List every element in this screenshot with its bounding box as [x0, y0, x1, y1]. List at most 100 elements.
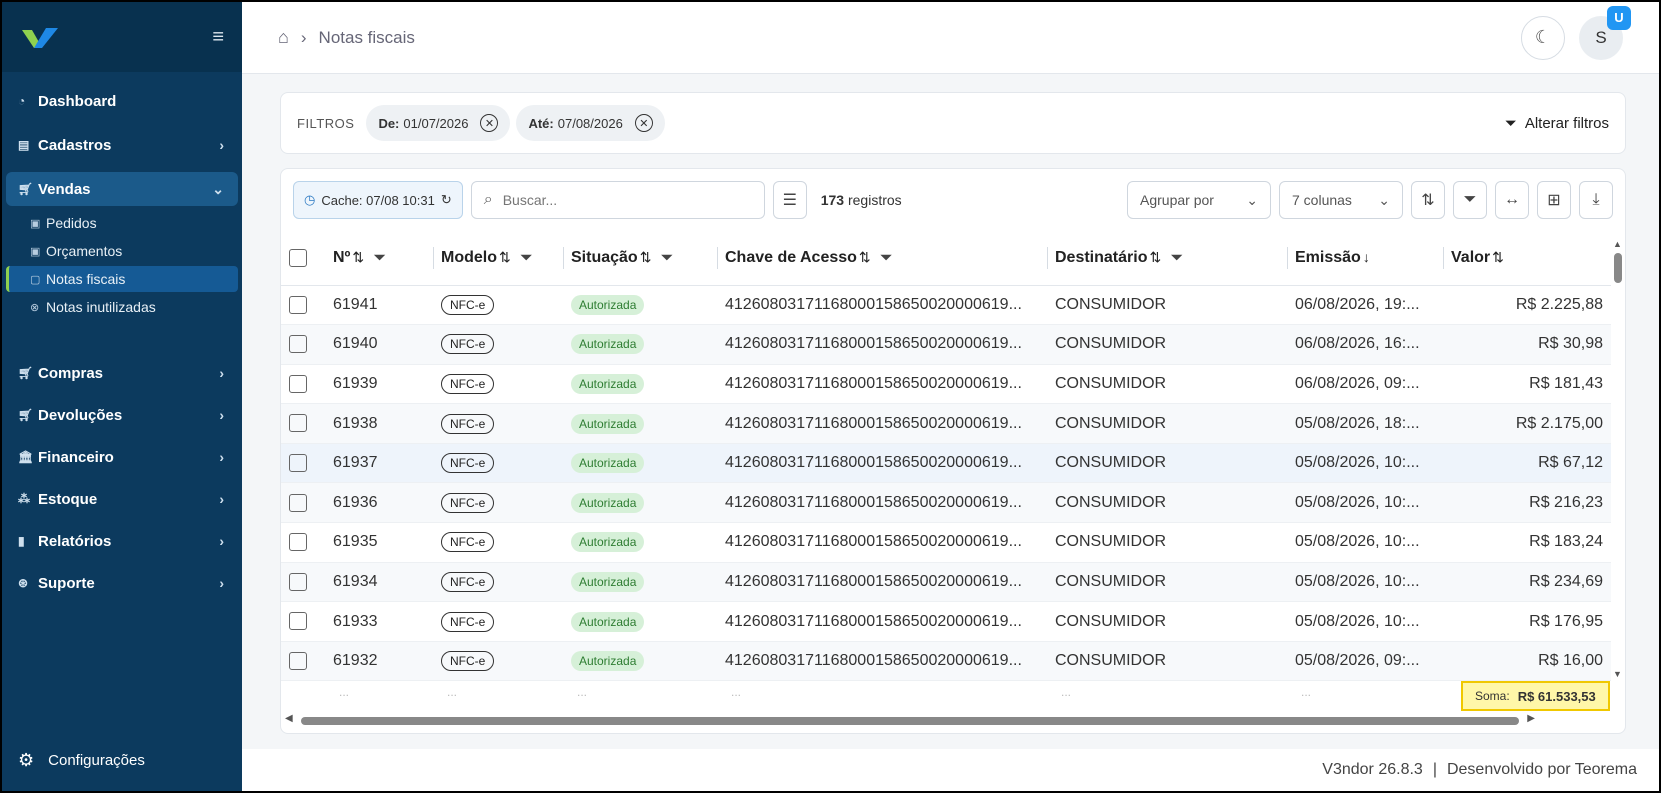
group-by-select[interactable]: Agrupar por ⌄ — [1127, 181, 1271, 219]
column-header-chave[interactable]: Chave de Acesso ⇅ ⏷ — [717, 231, 1047, 286]
status-badge: Autorizada — [571, 294, 645, 315]
home-icon[interactable]: ⌂ — [278, 27, 289, 48]
expand-width-button[interactable]: ↔ — [1495, 181, 1529, 219]
sort-icon[interactable]: ⇅ — [640, 249, 652, 265]
scroll-up-icon[interactable]: ▲ — [1613, 239, 1622, 249]
row-checkbox[interactable] — [289, 572, 307, 591]
sidebar-subitem-notas-inutilizadas[interactable]: ⊗ Notas inutilizadas — [6, 294, 238, 320]
footer-separator: | — [1432, 761, 1437, 778]
sidebar-item-devolucoes[interactable]: 🛒︎ Devoluções › — [6, 398, 238, 432]
table-row[interactable]: 61937 NFC-e Autorizada 41260803171168000158… — [281, 443, 1611, 484]
funnel-icon[interactable]: ⏷ — [661, 249, 672, 266]
sidebar-subitem-pedidos[interactable]: ▣ Pedidos — [6, 210, 238, 236]
invoices-table: Nº ⇅ ⏷ Modelo ⇅ ⏷ Situação ⇅ ⏷ Chave de Acesso… — [281, 231, 1611, 682]
select-all-checkbox[interactable] — [289, 248, 307, 267]
theme-toggle-button[interactable]: ☾ — [1521, 15, 1565, 60]
row-select-cell — [281, 364, 325, 405]
row-select-cell — [281, 562, 325, 603]
row-checkbox[interactable] — [289, 493, 307, 512]
menu-toggle-icon[interactable]: ≡ — [212, 26, 224, 49]
cell-modelo: NFC-e — [433, 562, 563, 603]
download-button[interactable]: ⤓ — [1579, 181, 1613, 219]
row-checkbox[interactable] — [289, 612, 307, 631]
sort-icon[interactable]: ⇅ — [499, 249, 511, 265]
table-row[interactable]: 61934 NFC-e Autorizada 41260803171168000158… — [281, 562, 1611, 603]
columns-select[interactable]: 7 colunas ⌄ — [1279, 181, 1403, 219]
column-header-emissao[interactable]: Emissão ↓ — [1287, 231, 1443, 286]
table-row[interactable]: 61932 NFC-e Autorizada 41260803171168000158… — [281, 641, 1611, 682]
table-row[interactable]: 61935 NFC-e Autorizada 41260803171168000158… — [281, 522, 1611, 563]
scrollbar-thumb[interactable] — [301, 717, 1519, 725]
sidebar-item-dashboard[interactable]: ◔ Dashboard — [6, 84, 238, 118]
sidebar-subitem-notas-fiscais[interactable]: ▢ Notas fiscais — [6, 266, 238, 292]
vertical-scrollbar[interactable]: ▲ ▼ — [1613, 239, 1623, 679]
funnel-icon[interactable]: ⏷ — [1171, 249, 1182, 266]
funnel-icon[interactable]: ⏷ — [881, 249, 892, 266]
cell-numero: 61936 — [325, 482, 433, 524]
sort-icon[interactable]: ⇅ — [1149, 249, 1161, 265]
scroll-right-icon[interactable]: ▶ — [1527, 713, 1535, 724]
sidebar-item-vendas[interactable]: 🛒︎ Vendas ⌄ — [6, 172, 238, 206]
column-header-numero[interactable]: Nº ⇅ ⏷ — [325, 231, 433, 286]
document-icon: ▣ — [30, 217, 41, 230]
change-filters-button[interactable]: ⏷ Alterar filtros — [1505, 115, 1609, 132]
cell-emissao: 05/08/2026, 10:... — [1287, 522, 1443, 563]
row-checkbox[interactable] — [289, 295, 307, 314]
cell-situacao: Autorizada — [563, 641, 717, 682]
breadcrumb: ⌂ › Notas fiscais — [278, 27, 415, 48]
column-header-valor[interactable]: Valor ⇅ — [1443, 231, 1611, 286]
search-input[interactable] — [502, 192, 752, 208]
scroll-down-icon[interactable]: ▼ — [1613, 669, 1622, 679]
column-header-destinatario[interactable]: Destinatário ⇅ ⏷ — [1047, 231, 1287, 286]
row-checkbox[interactable] — [289, 374, 307, 393]
column-header-modelo[interactable]: Modelo ⇅ ⏷ — [433, 231, 563, 286]
close-icon[interactable]: ✕ — [480, 114, 499, 132]
sidebar-item-financeiro[interactable]: 🏛︎ Financeiro › — [6, 440, 238, 474]
sort-button[interactable]: ⇅ — [1411, 181, 1445, 219]
sidebar-item-suporte[interactable]: ⊛ Suporte › — [6, 566, 238, 600]
avatar[interactable]: S U — [1579, 5, 1631, 60]
row-checkbox[interactable] — [289, 414, 307, 433]
table-row[interactable]: 61941 NFC-e Autorizada 41260803171168000158… — [281, 285, 1611, 326]
cell-modelo: NFC-e — [433, 641, 563, 682]
scroll-left-icon[interactable]: ◀ — [285, 713, 293, 724]
sort-desc-icon[interactable]: ↓ — [1363, 249, 1370, 265]
model-badge: NFC-e — [441, 492, 495, 513]
app-logo — [22, 28, 58, 48]
scrollbar-thumb[interactable] — [1614, 253, 1622, 283]
table-row[interactable]: 61940 NFC-e Autorizada 41260803171168000158… — [281, 324, 1611, 365]
status-badge: Autorizada — [571, 492, 645, 513]
cache-button[interactable]: ◷ Cache: 07/08 10:31 ↻ — [293, 181, 463, 219]
row-checkbox[interactable] — [289, 454, 307, 473]
column-settings-button[interactable]: ☰ — [772, 181, 807, 219]
sidebar-item-relatorios[interactable]: ▮ Relatórios › — [6, 524, 238, 558]
list-icon: ▤ — [18, 138, 30, 152]
table-row[interactable]: 61933 NFC-e Autorizada 41260803171168000158… — [281, 601, 1611, 642]
funnel-icon[interactable]: ⏷ — [521, 249, 532, 266]
row-checkbox[interactable] — [289, 652, 307, 671]
settings-button[interactable]: ⚙ Configurações — [18, 750, 145, 771]
close-icon[interactable]: ✕ — [634, 114, 653, 132]
funnel-icon[interactable]: ⏷ — [374, 249, 385, 266]
sidebar-subitem-orcamentos[interactable]: ▣ Orçamentos — [6, 238, 238, 264]
table-row[interactable]: 61938 NFC-e Autorizada 41260803171168000158… — [281, 403, 1611, 444]
row-checkbox[interactable] — [289, 335, 307, 354]
filter-chip-from: De: 01/07/2026 ✕ — [366, 105, 511, 141]
row-checkbox[interactable] — [289, 533, 307, 552]
table-row[interactable]: 61936 NFC-e Autorizada 41260803171168000158… — [281, 482, 1611, 524]
table-row[interactable]: 61939 NFC-e Autorizada 41260803171168000158… — [281, 364, 1611, 405]
search-box[interactable]: ⌕ — [470, 181, 765, 219]
cell-valor: R$ 16,00 — [1443, 641, 1611, 682]
sort-icon[interactable]: ⇅ — [859, 249, 871, 265]
sidebar-item-compras[interactable]: 🛒︎ Compras › — [6, 356, 238, 390]
sort-icon[interactable]: ⇅ — [352, 249, 364, 265]
sidebar-item-label: Financeiro — [38, 448, 114, 466]
sidebar-item-estoque[interactable]: ⁂ Estoque › — [6, 482, 238, 516]
horizontal-scrollbar[interactable]: ◀ ▶ — [285, 713, 1535, 727]
column-header-situacao[interactable]: Situação ⇅ ⏷ — [563, 231, 717, 286]
grid-view-button[interactable]: ⊞ — [1537, 181, 1571, 219]
sidebar-item-cadastros[interactable]: ▤ Cadastros › — [6, 128, 238, 162]
sort-icon[interactable]: ⇅ — [1492, 249, 1504, 265]
clear-filters-button[interactable]: ⏷ — [1453, 181, 1487, 219]
row-select-cell — [281, 443, 325, 484]
